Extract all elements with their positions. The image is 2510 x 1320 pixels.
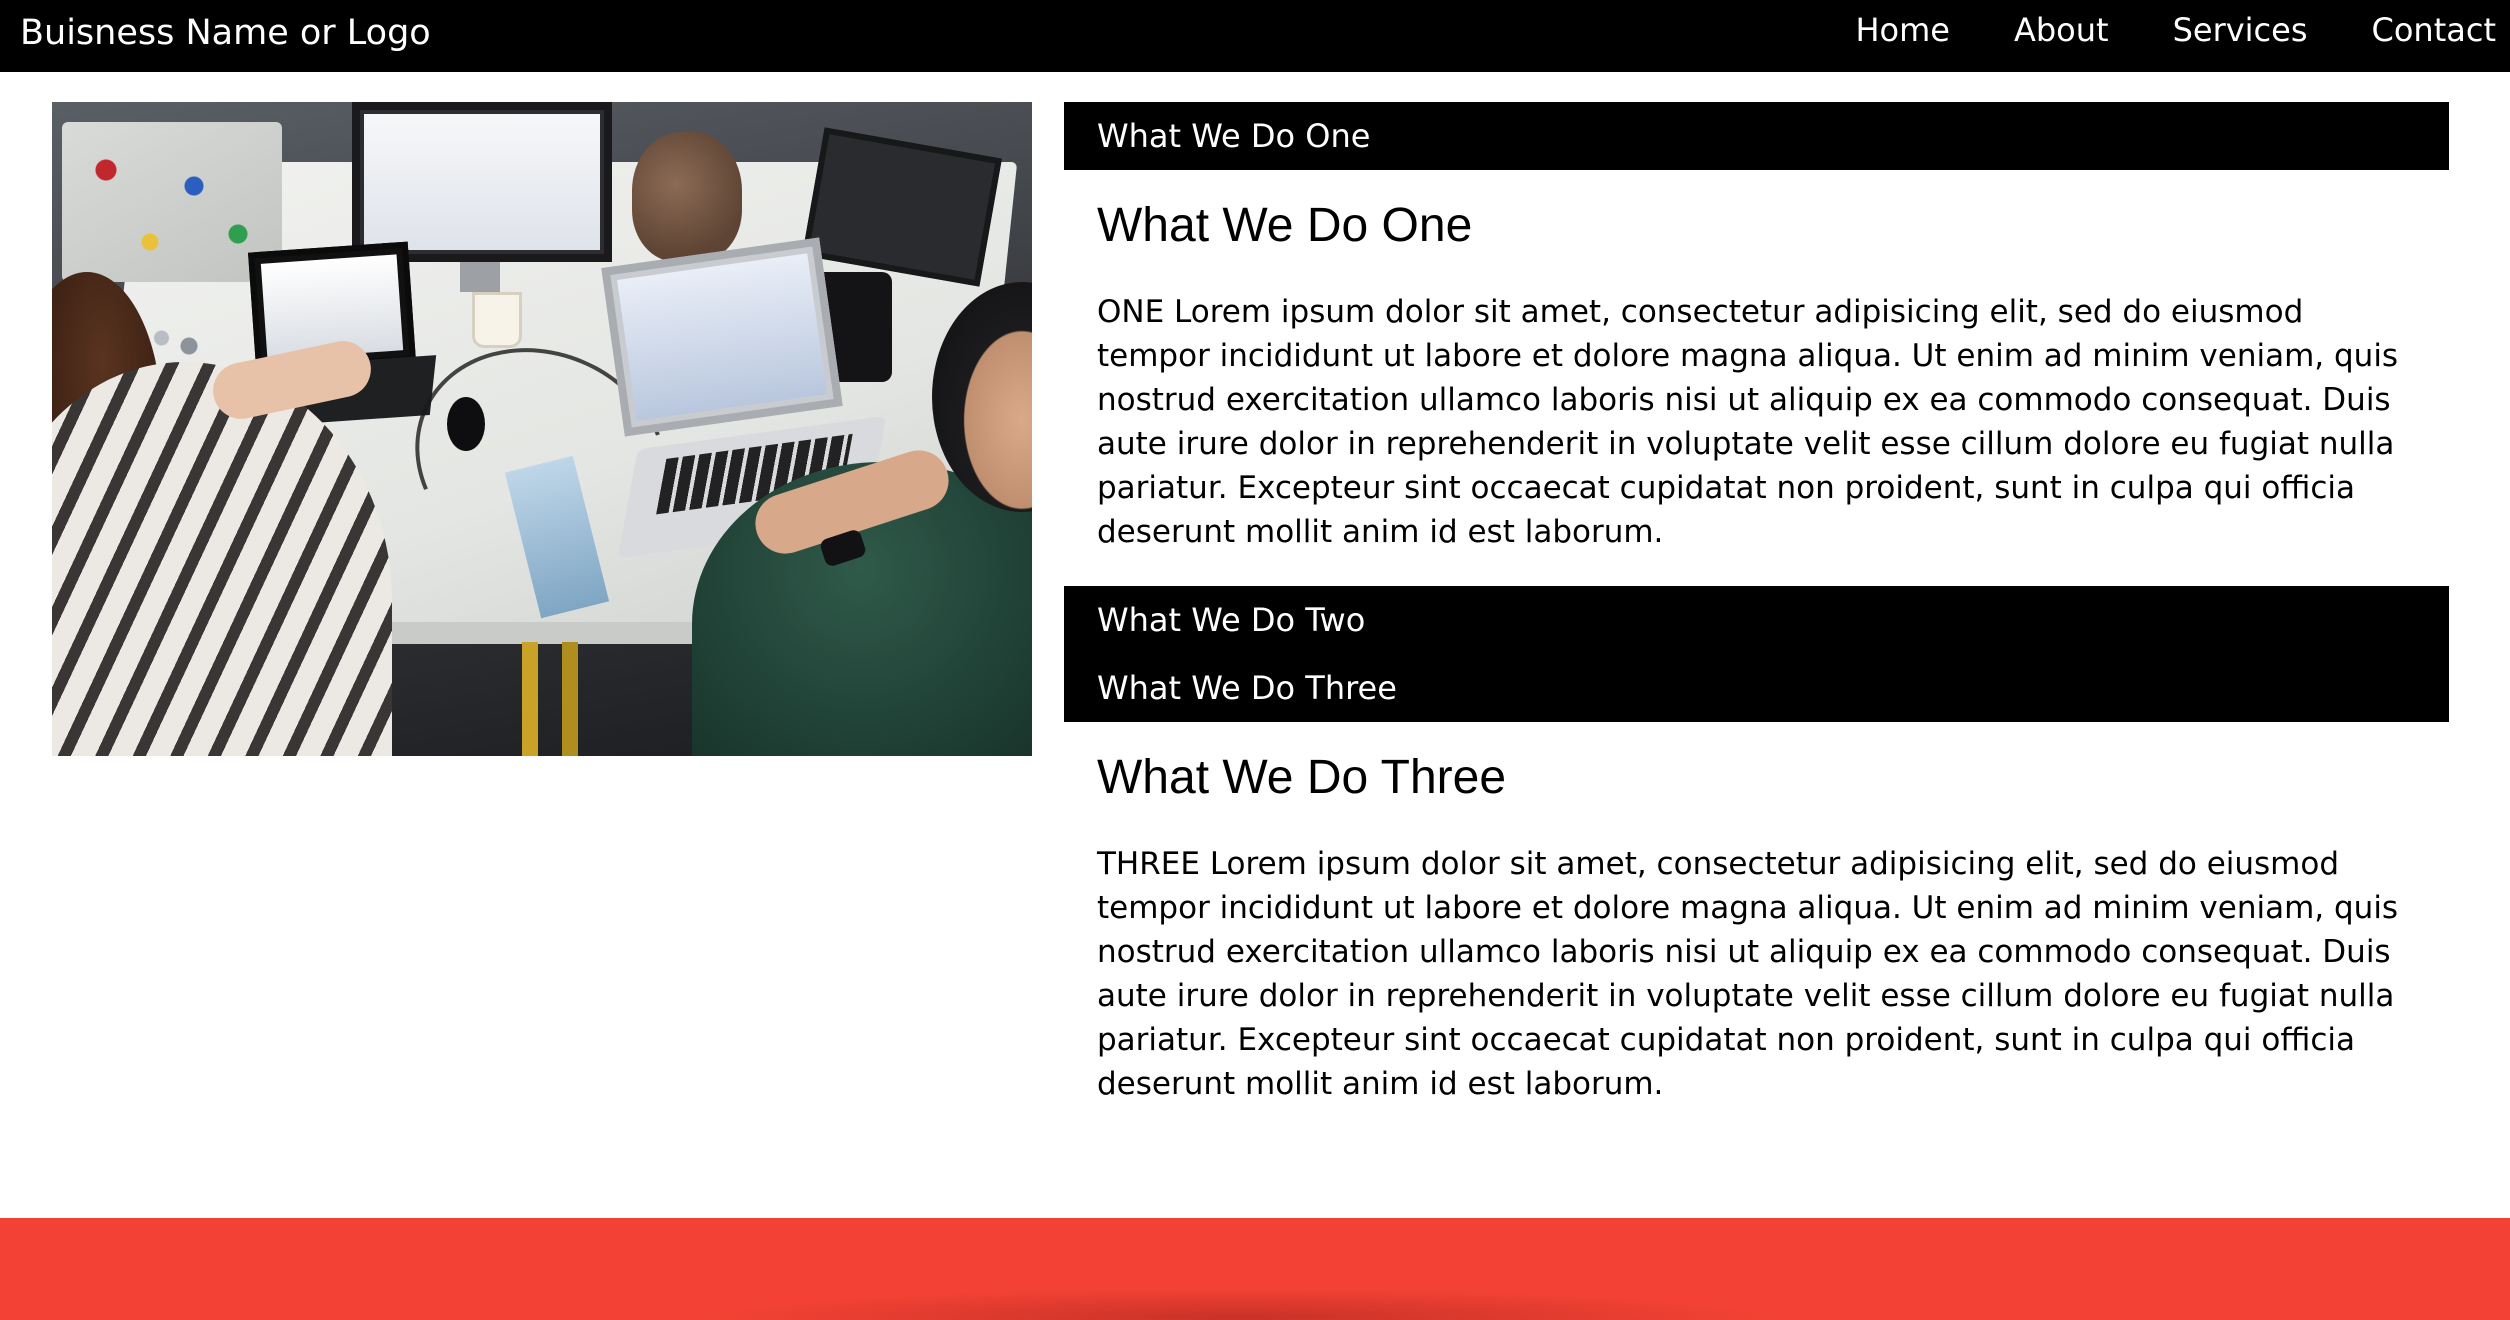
services-accordion: What We Do One What We Do One ONE Lorem … — [1064, 102, 2449, 1138]
accordion-header-one[interactable]: What We Do One — [1064, 102, 2449, 170]
nav-link-home[interactable]: Home — [1823, 11, 1982, 49]
photo-desk-leg — [522, 642, 538, 756]
top-navbar: Buisness Name or Logo Home About Service… — [0, 0, 2510, 72]
photo-cup — [472, 292, 522, 348]
footer-bar — [0, 1218, 2510, 1320]
accordion-panel-three-body: THREE Lorem ipsum dolor sit amet, consec… — [1097, 846, 2399, 1102]
accordion-panel-one: What We Do One ONE Lorem ipsum dolor sit… — [1064, 170, 2449, 586]
accordion-panel-three-title: What We Do Three — [1097, 751, 1507, 804]
accordion-panel-three: What We Do Three THREE Lorem ipsum dolor… — [1064, 722, 2449, 1138]
photo-monitor-stand — [460, 262, 500, 292]
photo-laptop-large — [601, 237, 843, 437]
accordion-panel-one-title: What We Do One — [1097, 199, 1473, 252]
brand-logo[interactable]: Buisness Name or Logo — [20, 0, 431, 66]
nav-link-contact[interactable]: Contact — [2340, 11, 2510, 49]
accordion-panel-one-body: ONE Lorem ipsum dolor sit amet, consecte… — [1097, 294, 2399, 550]
office-photo — [52, 102, 1032, 756]
photo-monitor — [352, 102, 612, 262]
photo-plush-toy — [632, 132, 742, 262]
accordion-header-three[interactable]: What We Do Three — [1064, 654, 2449, 722]
nav-links: Home About Services Contact — [1823, 0, 2510, 60]
nav-link-services[interactable]: Services — [2141, 11, 2340, 49]
accordion-header-two[interactable]: What We Do Two — [1064, 586, 2449, 654]
nav-link-about[interactable]: About — [1982, 11, 2141, 49]
footer-shadow — [700, 1288, 1780, 1320]
photo-desk-leg — [562, 642, 578, 756]
photo-mouse — [447, 397, 485, 451]
